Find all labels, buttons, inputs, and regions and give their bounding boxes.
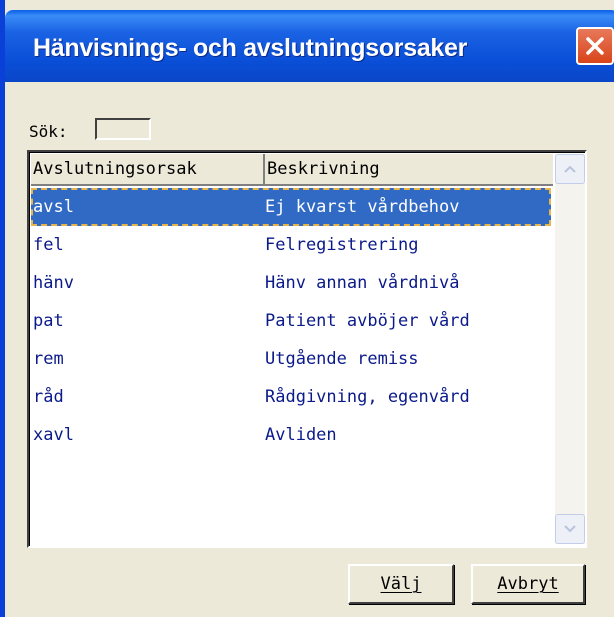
list-item[interactable]: rem Utgående remiss — [31, 340, 551, 378]
list-header: Avslutningsorsak Beskrivning — [31, 154, 553, 186]
row-description: Rådgivning, egenvård — [265, 387, 470, 407]
search-label: Sök: — [29, 122, 68, 141]
row-description: Avliden — [265, 425, 337, 445]
cancel-button-label: Avbryt — [497, 574, 559, 594]
scroll-down-button[interactable] — [555, 514, 585, 544]
row-description: Ej kvarst vårdbehov — [265, 197, 460, 217]
row-code: pat — [33, 311, 64, 331]
column-header-code[interactable]: Avslutningsorsak — [31, 154, 265, 186]
close-button[interactable] — [576, 27, 614, 65]
list-item[interactable]: fel Felregistrering — [31, 226, 551, 264]
row-code: avsl — [33, 197, 74, 217]
select-button[interactable]: Välj — [348, 564, 454, 604]
row-description: Hänv annan vårdnivå — [265, 273, 460, 293]
window-title: Hänvisnings- och avslutningsorsaker — [33, 34, 468, 62]
row-code: hänv — [33, 273, 74, 293]
titlebar-top-gap — [5, 0, 614, 10]
reason-list[interactable]: Avslutningsorsak Beskrivning avsl Ej kva… — [27, 150, 587, 548]
select-button-label: Välj — [380, 574, 422, 594]
row-code: fel — [33, 235, 64, 255]
scroll-up-button[interactable] — [555, 154, 585, 184]
search-input[interactable] — [95, 118, 151, 140]
list-item[interactable]: hänv Hänv annan vårdnivå — [31, 264, 551, 302]
list-item[interactable]: avsl Ej kvarst vårdbehov — [31, 188, 551, 226]
vertical-scrollbar[interactable] — [555, 154, 585, 544]
list-item[interactable]: xavl Avliden — [31, 416, 551, 454]
row-code: xavl — [33, 425, 74, 445]
chevron-up-icon — [564, 165, 576, 173]
row-description: Patient avböjer vård — [265, 311, 470, 331]
chevron-down-icon — [564, 525, 576, 533]
row-description: Utgående remiss — [265, 349, 419, 369]
dialog-window: Hänvisnings- och avslutningsorsaker Sök:… — [0, 0, 614, 617]
row-code: rem — [33, 349, 64, 369]
list-item[interactable]: råd Rådgivning, egenvård — [31, 378, 551, 416]
row-code: råd — [33, 387, 64, 407]
column-header-description[interactable]: Beskrivning — [265, 154, 553, 186]
row-description: Felregistrering — [265, 235, 419, 255]
list-rows: avsl Ej kvarst vårdbehov fel Felregistre… — [31, 188, 551, 454]
list-item[interactable]: pat Patient avböjer vård — [31, 302, 551, 340]
close-icon — [586, 37, 604, 55]
cancel-button[interactable]: Avbryt — [471, 564, 585, 604]
